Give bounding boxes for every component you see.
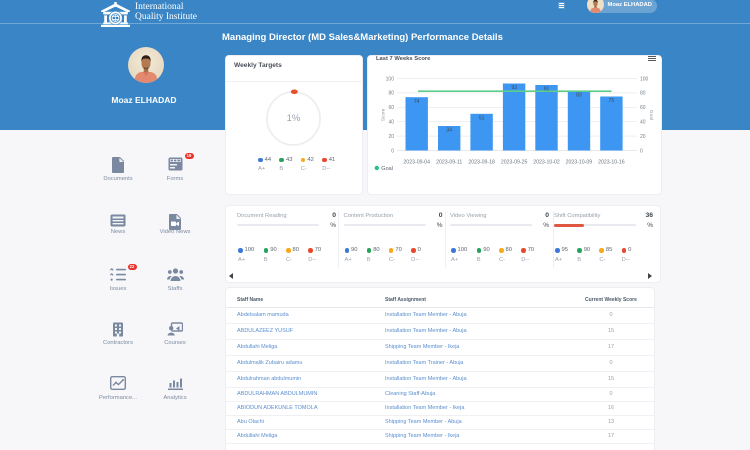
svg-text:0: 0 bbox=[391, 148, 394, 154]
svg-text:80: 80 bbox=[388, 91, 394, 97]
svg-text:2023-09-11: 2023-09-11 bbox=[436, 160, 462, 166]
svg-text:83: 83 bbox=[576, 92, 582, 98]
svg-text:60: 60 bbox=[640, 105, 646, 111]
svg-text:Goal: Goal bbox=[381, 166, 393, 172]
svg-text:51: 51 bbox=[479, 115, 485, 121]
svg-text:100: 100 bbox=[640, 76, 649, 82]
svg-text:2023-10-02: 2023-10-02 bbox=[533, 160, 560, 166]
svg-text:93: 93 bbox=[511, 85, 517, 91]
svg-text:20: 20 bbox=[388, 134, 394, 140]
svg-text:60: 60 bbox=[388, 105, 394, 111]
svg-text:34: 34 bbox=[446, 128, 452, 134]
svg-text:74: 74 bbox=[414, 99, 420, 105]
svg-text:75: 75 bbox=[609, 98, 615, 104]
svg-text:40: 40 bbox=[388, 120, 394, 126]
svg-text:100: 100 bbox=[386, 76, 395, 82]
svg-text:40: 40 bbox=[640, 120, 646, 126]
svg-text:0: 0 bbox=[640, 148, 643, 154]
svg-text:2023-09-04: 2023-09-04 bbox=[403, 160, 430, 166]
svg-text:2023-10-16: 2023-10-16 bbox=[598, 160, 625, 166]
svg-text:20: 20 bbox=[640, 134, 646, 140]
svg-text:2023-09-18: 2023-09-18 bbox=[468, 160, 495, 166]
svg-text:Goal: Goal bbox=[648, 110, 654, 120]
svg-text:2023-10-09: 2023-10-09 bbox=[566, 160, 593, 166]
svg-text:80: 80 bbox=[640, 91, 646, 97]
svg-text:2023-09-25: 2023-09-25 bbox=[501, 160, 528, 166]
svg-text:Score: Score bbox=[381, 108, 387, 121]
